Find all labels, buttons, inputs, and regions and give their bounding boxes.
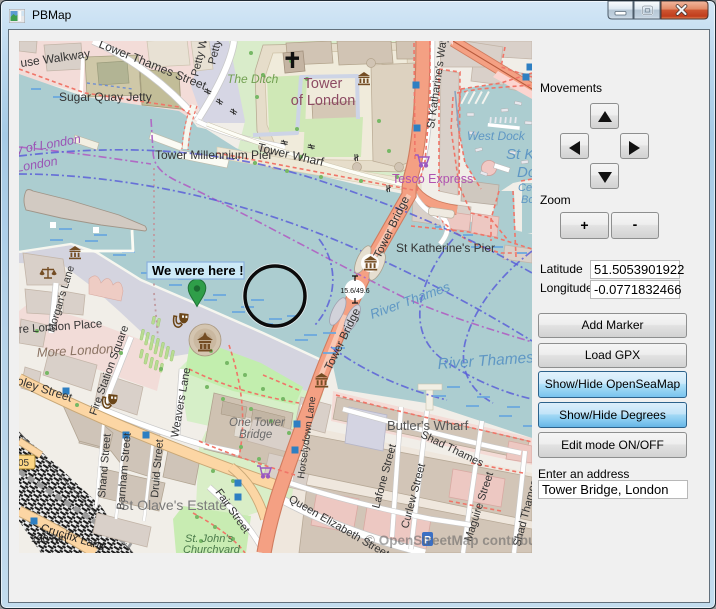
svg-text:St Ka: St Ka — [506, 146, 532, 163]
svg-text:© OpenStreetMap contributors: © OpenStreetMap contributors — [365, 533, 532, 548]
svg-text:Cen: Cen — [518, 182, 532, 194]
svg-text:One Tower: One Tower — [229, 417, 286, 429]
svg-text:Bridge: Bridge — [239, 429, 272, 441]
svg-text:Churchyard: Churchyard — [183, 544, 241, 553]
svg-text:St Olave's Estate: St Olave's Estate — [120, 497, 227, 513]
svg-text:05: 05 — [19, 458, 30, 469]
svg-text:We were here !: We were here ! — [152, 263, 244, 278]
svg-text:West Dock: West Dock — [467, 129, 526, 143]
svg-text:Bo: Bo — [521, 194, 532, 206]
svg-text:Sugar Quay Jetty: Sugar Quay Jetty — [59, 90, 152, 104]
svg-text:Tesco Express: Tesco Express — [392, 172, 473, 186]
svg-text:St Katherine's Pier: St Katherine's Pier — [396, 241, 495, 255]
svg-text:15.6/49.6: 15.6/49.6 — [340, 288, 369, 295]
svg-text:of London: of London — [291, 93, 356, 109]
svg-text:190 Kih: 190 Kih — [31, 533, 67, 545]
svg-text:Do: Do — [517, 164, 532, 181]
svg-text:Tower Millennium Pier: Tower Millennium Pier — [155, 148, 272, 162]
svg-text:The Ditch: The Ditch — [227, 72, 279, 86]
svg-text:Tower: Tower — [304, 76, 343, 92]
